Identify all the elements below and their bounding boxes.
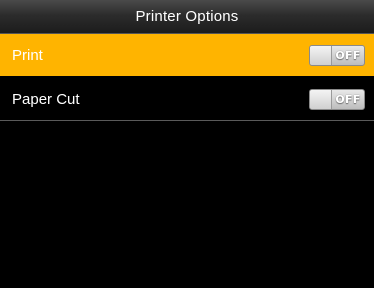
option-label-print: Print [12, 46, 43, 64]
page-title: Printer Options [135, 8, 239, 25]
toggle-state-text: OFF [335, 93, 361, 106]
option-row-paper-cut[interactable]: Paper Cut OFF [0, 79, 374, 121]
title-bar: Printer Options [0, 0, 374, 34]
toggle-knob-icon [310, 45, 332, 65]
toggle-state-text: OFF [335, 48, 361, 62]
paper-cut-toggle-switch[interactable]: OFF [309, 89, 365, 110]
option-row-print[interactable]: Print OFF [0, 34, 374, 76]
print-toggle-switch[interactable]: OFF [309, 44, 365, 66]
toggle-knob-icon [310, 90, 332, 109]
option-label-paper-cut: Paper Cut [12, 91, 80, 108]
printer-options-screen: Printer Options Print OFF Paper Cut OFF [0, 0, 374, 288]
